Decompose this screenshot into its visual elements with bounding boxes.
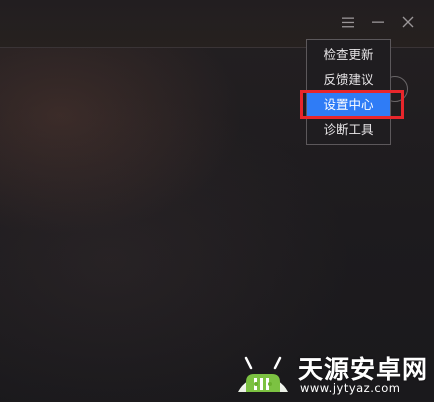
watermark: 天源安卓网 www.jytyaz.com: [232, 348, 432, 398]
highlight-annotation-box: [300, 90, 404, 119]
minimize-icon: [372, 16, 384, 28]
close-icon: [402, 16, 414, 28]
close-button[interactable]: [398, 12, 418, 32]
menu-button[interactable]: [338, 12, 358, 32]
minimize-button[interactable]: [368, 12, 388, 32]
android-logo-icon: [232, 348, 294, 402]
menu-item-feedback[interactable]: 反馈建议: [307, 67, 390, 92]
app-window: 检查更新 反馈建议 设置中心 诊断工具 天源安卓网 www.jytyaz.com: [0, 0, 434, 401]
menu-icon: [342, 17, 354, 28]
menu-item-diagnostic-tools[interactable]: 诊断工具: [307, 117, 390, 142]
menu-item-check-update[interactable]: 检查更新: [307, 42, 390, 67]
watermark-url: www.jytyaz.com: [300, 381, 401, 395]
